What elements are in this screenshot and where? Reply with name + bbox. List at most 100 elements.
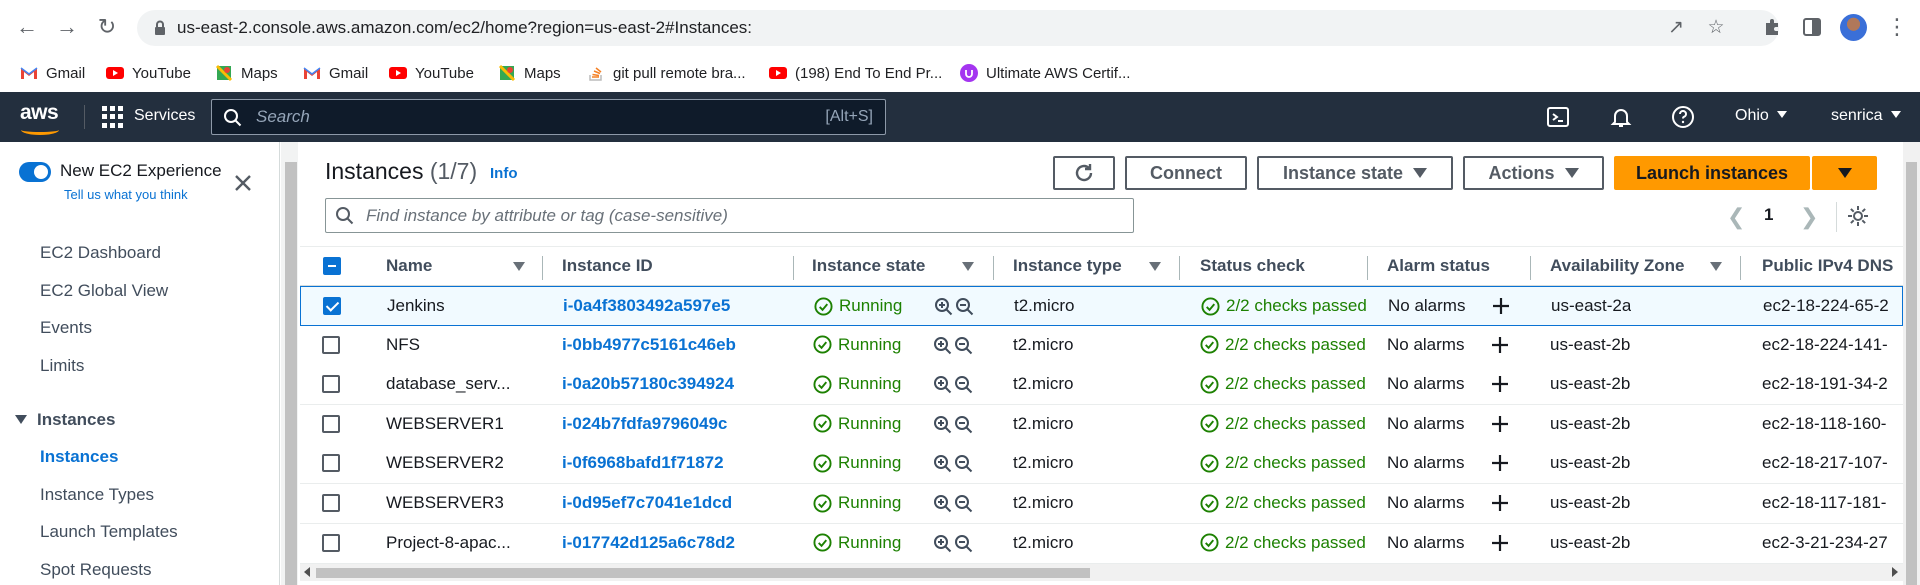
column-header-instance-id[interactable]: Instance ID [562,256,653,276]
cell-instance-id-link[interactable]: i-024b7fdfa9796049c [562,414,727,434]
notifications-bell-icon[interactable] [1609,105,1633,129]
row-checkbox[interactable] [322,454,340,473]
aws-search-input[interactable]: Search [Alt+S] [211,99,886,135]
bookmark-gmail[interactable]: Gmail [303,60,368,86]
bookmark-udemy[interactable]: Ultimate AWS Certif... [960,60,1130,86]
add-alarm-icon[interactable] [1490,374,1510,394]
cell-instance-id-link[interactable]: i-0f6968bafd1f71872 [562,453,724,473]
next-page-icon[interactable]: ❯ [1800,204,1818,230]
sidebar-item-instance-types[interactable]: Instance Types [40,485,154,505]
address-bar[interactable]: us-east-2.console.aws.amazon.com/ec2/hom… [137,10,1779,46]
bookmark-maps[interactable]: Maps [498,60,561,86]
add-alarm-icon[interactable] [1491,296,1511,316]
row-checkbox[interactable] [322,494,340,512]
profile-avatar[interactable] [1840,14,1867,41]
launch-instances-button[interactable]: Launch instances [1614,156,1810,190]
column-header-name[interactable]: Name [386,256,432,276]
instance-state-button[interactable]: Instance state [1257,156,1453,190]
account-menu[interactable]: senrica [1831,107,1901,125]
previous-page-icon[interactable]: ❮ [1727,204,1745,230]
column-header-public-ipv4-dns[interactable]: Public IPv4 DNS [1762,256,1893,276]
add-alarm-icon[interactable] [1490,533,1510,553]
cell-instance-id-link[interactable]: i-0a4f3803492a597e5 [563,296,730,316]
gear-icon[interactable] [1847,205,1869,227]
table-row[interactable]: Jenkins i-0a4f3803492a597e5 Running t2.micr… [300,286,1903,326]
bookmark-youtube[interactable]: YouTube [389,60,474,86]
zoom-out-icon[interactable] [955,297,974,316]
table-row[interactable]: NFS i-0bb4977c5161c46eb Running t2.micro 2/2… [300,325,1903,366]
bookmark-star-icon[interactable]: ☆ [1705,17,1727,39]
column-resizer[interactable] [793,256,794,280]
sort-icon[interactable] [513,262,525,271]
zoom-in-icon[interactable] [933,454,952,473]
forward-arrow-icon[interactable]: → [52,12,82,42]
sidebar-section-instances[interactable]: Instances [15,410,115,430]
add-alarm-icon[interactable] [1490,414,1510,434]
page-number[interactable]: 1 [1764,205,1773,225]
column-resizer[interactable] [1740,256,1741,280]
cell-instance-id-link[interactable]: i-0a20b57180c394924 [562,374,734,394]
row-checkbox[interactable] [322,375,340,394]
back-arrow-icon[interactable]: ← [12,12,42,42]
column-header-availability-zone[interactable]: Availability Zone [1550,256,1684,276]
sidebar-scrollbar[interactable] [285,162,297,585]
bookmark-maps[interactable]: Maps [215,60,278,86]
zoom-out-icon[interactable] [954,494,973,513]
table-row[interactable]: Project-8-apac... i-017742d125a6c78d2 Runn… [300,523,1903,564]
add-alarm-icon[interactable] [1490,453,1510,473]
table-row[interactable]: WEBSERVER2 i-0f6968bafd1f71872 Running t2.m… [300,444,1903,485]
region-selector[interactable]: Ohio [1735,107,1787,125]
scroll-left-icon[interactable] [304,567,310,577]
sort-icon[interactable] [1149,262,1161,271]
cloudshell-icon[interactable] [1546,105,1570,129]
sidebar-item-events[interactable]: Events [40,318,92,338]
column-header-instance-state[interactable]: Instance state [812,256,925,276]
side-panel-icon[interactable] [1799,14,1825,40]
close-icon[interactable] [232,172,254,194]
actions-button[interactable]: Actions [1463,156,1604,190]
page-scrollbar[interactable] [1906,162,1917,585]
zoom-out-icon[interactable] [954,534,973,553]
sidebar-item-instances[interactable]: Instances [40,447,118,467]
column-header-alarm-status[interactable]: Alarm status [1387,256,1490,276]
bookmark-youtube[interactable]: YouTube [106,60,191,86]
column-resizer[interactable] [993,256,994,280]
cell-instance-id-link[interactable]: i-0d95ef7c7041e1dcd [562,493,732,513]
table-row[interactable]: database_serv... i-0a20b57180c394924 Runni… [300,365,1903,406]
sort-icon[interactable] [1710,262,1722,271]
cell-instance-id-link[interactable]: i-0bb4977c5161c46eb [562,335,736,355]
row-checkbox[interactable] [323,297,341,315]
feedback-link[interactable]: Tell us what you think [64,187,188,202]
table-row[interactable]: WEBSERVER1 i-024b7fdfa9796049c Running t2.m… [300,404,1903,445]
bookmark-git-pull[interactable]: git pull remote bra... [587,60,746,86]
select-all-checkbox[interactable] [323,257,341,275]
column-header-status-check[interactable]: Status check [1200,256,1305,276]
new-experience-toggle[interactable] [19,162,51,182]
row-checkbox[interactable] [322,533,340,552]
cell-instance-id-link[interactable]: i-017742d125a6c78d2 [562,533,735,553]
url-text[interactable]: us-east-2.console.aws.amazon.com/ec2/hom… [177,18,752,38]
column-resizer[interactable] [1367,256,1368,280]
zoom-out-icon[interactable] [954,454,973,473]
column-resizer[interactable] [1179,256,1180,280]
add-alarm-icon[interactable] [1490,493,1510,513]
launch-instances-dropdown[interactable] [1812,156,1877,190]
reload-icon[interactable]: ↻ [92,12,122,42]
column-resizer[interactable] [1530,256,1531,280]
zoom-out-icon[interactable] [954,336,973,355]
sidebar-item-spot-requests[interactable]: Spot Requests [40,560,152,580]
row-checkbox[interactable] [322,335,340,354]
column-header-instance-type[interactable]: Instance type [1013,256,1122,276]
instance-filter-input[interactable]: Find instance by attribute or tag (case-… [325,198,1134,233]
chrome-menu-icon[interactable]: ⋮ [1882,12,1912,42]
connect-button[interactable]: Connect [1125,156,1247,190]
column-resizer[interactable] [542,256,543,280]
sort-icon[interactable] [962,262,974,271]
zoom-out-icon[interactable] [954,375,973,394]
scroll-right-icon[interactable] [1892,567,1898,577]
bookmark-gmail[interactable]: Gmail [20,60,85,86]
sidebar-item-ec2-global-view[interactable]: EC2 Global View [40,281,168,301]
help-icon[interactable] [1671,105,1695,129]
zoom-in-icon[interactable] [933,336,952,355]
extensions-puzzle-icon[interactable] [1760,14,1786,40]
